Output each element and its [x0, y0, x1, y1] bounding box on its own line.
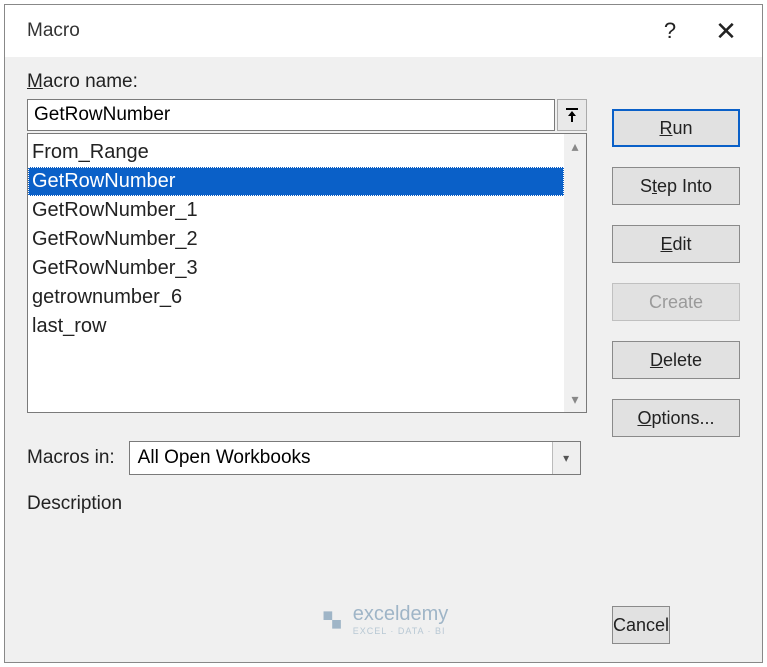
macro-name-input[interactable] [27, 99, 555, 131]
list-item[interactable]: GetRowNumber [28, 167, 564, 196]
description-label: Description [27, 493, 740, 515]
options-button[interactable]: Options... [612, 399, 740, 437]
create-button: Create [612, 283, 740, 321]
step-into-button[interactable]: Step Into [612, 167, 740, 205]
list-item[interactable]: From_Range [28, 138, 564, 167]
list-item[interactable]: GetRowNumber_1 [28, 196, 564, 225]
macro-dialog: Macro ? ✕ Macro name: From_RangeGetRowNu… [4, 4, 763, 663]
macros-in-dropdown[interactable]: All Open Workbooks ▾ [129, 441, 581, 475]
delete-button[interactable]: Delete [612, 341, 740, 379]
scroll-up-icon[interactable]: ▴ [571, 138, 578, 155]
upload-icon [564, 107, 580, 123]
run-button[interactable]: Run [612, 109, 740, 147]
macros-in-label: Macros in: [27, 447, 115, 469]
action-buttons: Run Step Into Edit Create Delete Options… [612, 109, 740, 437]
watermark: exceldemy EXCEL · DATA · BI [319, 603, 449, 636]
scrollbar[interactable]: ▴ ▾ [564, 134, 586, 412]
list-item[interactable]: GetRowNumber_3 [28, 254, 564, 283]
list-item[interactable]: GetRowNumber_2 [28, 225, 564, 254]
macro-listbox[interactable]: From_RangeGetRowNumberGetRowNumber_1GetR… [27, 133, 587, 413]
cancel-button[interactable]: Cancel [612, 606, 670, 644]
list-item[interactable]: getrownumber_6 [28, 283, 564, 312]
scroll-down-icon[interactable]: ▾ [571, 391, 578, 408]
chevron-down-icon: ▾ [552, 442, 580, 474]
dropdown-value: All Open Workbooks [130, 447, 319, 469]
titlebar: Macro ? ✕ [5, 5, 762, 57]
logo-icon [319, 607, 345, 633]
close-button[interactable]: ✕ [698, 9, 754, 53]
list-item[interactable]: last_row [28, 312, 564, 341]
dialog-title: Macro [27, 20, 642, 42]
load-macro-button[interactable] [557, 99, 587, 131]
macro-list-items: From_RangeGetRowNumberGetRowNumber_1GetR… [28, 134, 564, 412]
edit-button[interactable]: Edit [612, 225, 740, 263]
help-button[interactable]: ? [642, 9, 698, 53]
macros-in-row: Macros in: All Open Workbooks ▾ [27, 441, 740, 475]
macro-name-label: Macro name: [27, 71, 740, 93]
cancel-wrap: Cancel [612, 606, 740, 644]
macro-name-row [27, 99, 587, 131]
